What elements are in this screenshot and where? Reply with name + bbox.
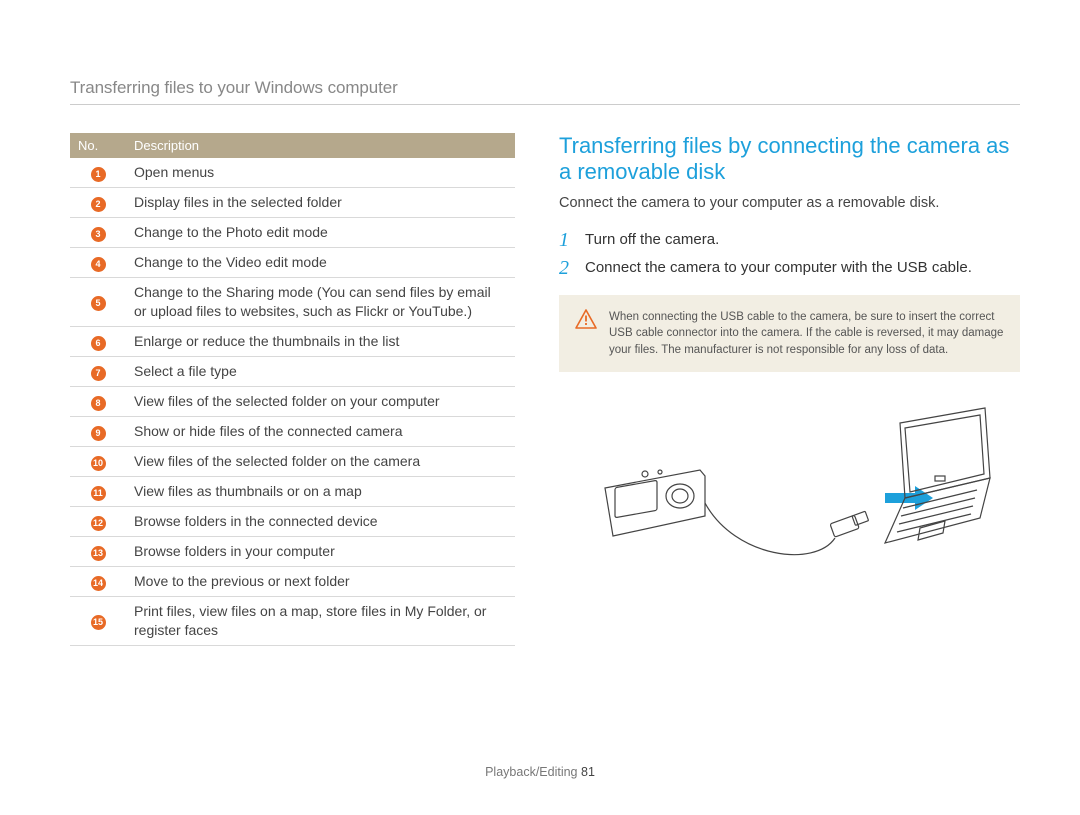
circled-number-icon: 4 (91, 257, 106, 272)
circled-number-icon: 5 (91, 296, 106, 311)
camera-laptop-illustration (559, 398, 1020, 578)
footer-section: Playback/Editing (485, 765, 577, 779)
caution-text: When connecting the USB cable to the cam… (609, 309, 1004, 357)
table-row: 5 Change to the Sharing mode (You can sen… (70, 278, 515, 327)
table-row: 9 Show or hide files of the connected cam… (70, 416, 515, 446)
circled-number-icon: 15 (91, 615, 106, 630)
caution-icon (575, 309, 597, 334)
manual-page: Transferring files to your Windows compu… (0, 0, 1080, 815)
table-cell-desc: Open menus (126, 158, 515, 188)
table-row: 1 Open menus (70, 158, 515, 188)
table-cell-desc: Browse folders in your computer (126, 536, 515, 566)
table-cell-desc: Select a file type (126, 356, 515, 386)
caution-box: When connecting the USB cable to the cam… (559, 295, 1020, 371)
step-number: 1 (559, 229, 577, 251)
circled-number-icon: 14 (91, 576, 106, 591)
step-item: 1 Turn off the camera. (559, 229, 1020, 251)
table-row: 4 Change to the Video edit mode (70, 248, 515, 278)
table-row: 10 View files of the selected folder on t… (70, 446, 515, 476)
table-row: 7 Select a file type (70, 356, 515, 386)
table-header-desc: Description (126, 133, 515, 158)
table-row: 3 Change to the Photo edit mode (70, 218, 515, 248)
circled-number-icon: 1 (91, 167, 106, 182)
table-cell-desc: Display files in the selected folder (126, 188, 515, 218)
section-title: Transferring files by connecting the cam… (559, 133, 1020, 186)
table-row: 2 Display files in the selected folder (70, 188, 515, 218)
circled-number-icon: 3 (91, 227, 106, 242)
table-row: 15 Print files, view files on a map, stor… (70, 596, 515, 645)
right-column: Transferring files by connecting the cam… (559, 133, 1020, 646)
table-cell-desc: View files of the selected folder on the… (126, 446, 515, 476)
page-title: Transferring files to your Windows compu… (70, 78, 1020, 98)
table-cell-desc: View files of the selected folder on you… (126, 386, 515, 416)
table-cell-desc: Change to the Sharing mode (You can send… (126, 278, 515, 327)
circled-number-icon: 10 (91, 456, 106, 471)
page-footer: Playback/Editing 81 (0, 765, 1080, 779)
table-row: 8 View files of the selected folder on yo… (70, 386, 515, 416)
table-header-no: No. (70, 133, 126, 158)
circled-number-icon: 6 (91, 336, 106, 351)
table-row: 6 Enlarge or reduce the thumbnails in the… (70, 326, 515, 356)
table-row: 14 Move to the previous or next folder (70, 566, 515, 596)
step-text: Turn off the camera. (585, 229, 719, 251)
table-row: 13 Browse folders in your computer (70, 536, 515, 566)
table-cell-desc: View files as thumbnails or on a map (126, 476, 515, 506)
circled-number-icon: 7 (91, 366, 106, 381)
circled-number-icon: 11 (91, 486, 106, 501)
steps-list: 1 Turn off the camera. 2 Connect the cam… (559, 229, 1020, 279)
table-cell-desc: Change to the Photo edit mode (126, 218, 515, 248)
circled-number-icon: 9 (91, 426, 106, 441)
description-table: No. Description 1 Open menus 2 Display fil… (70, 133, 515, 646)
step-text: Connect the camera to your computer with… (585, 257, 972, 279)
table-row: 11 View files as thumbnails or on a map (70, 476, 515, 506)
table-cell-desc: Show or hide files of the connected came… (126, 416, 515, 446)
table-row: 12 Browse folders in the connected device (70, 506, 515, 536)
left-column: No. Description 1 Open menus 2 Display fil… (70, 133, 515, 646)
table-cell-desc: Print files, view files on a map, store … (126, 596, 515, 645)
table-cell-desc: Enlarge or reduce the thumbnails in the … (126, 326, 515, 356)
circled-number-icon: 2 (91, 197, 106, 212)
two-column-layout: No. Description 1 Open menus 2 Display fil… (70, 133, 1020, 646)
step-item: 2 Connect the camera to your computer wi… (559, 257, 1020, 279)
step-number: 2 (559, 257, 577, 279)
circled-number-icon: 13 (91, 546, 106, 561)
title-underline (70, 104, 1020, 105)
intro-text: Connect the camera to your computer as a… (559, 194, 1020, 214)
table-cell-desc: Browse folders in the connected device (126, 506, 515, 536)
footer-page-number: 81 (581, 765, 595, 779)
table-cell-desc: Change to the Video edit mode (126, 248, 515, 278)
circled-number-icon: 8 (91, 396, 106, 411)
circled-number-icon: 12 (91, 516, 106, 531)
table-cell-desc: Move to the previous or next folder (126, 566, 515, 596)
